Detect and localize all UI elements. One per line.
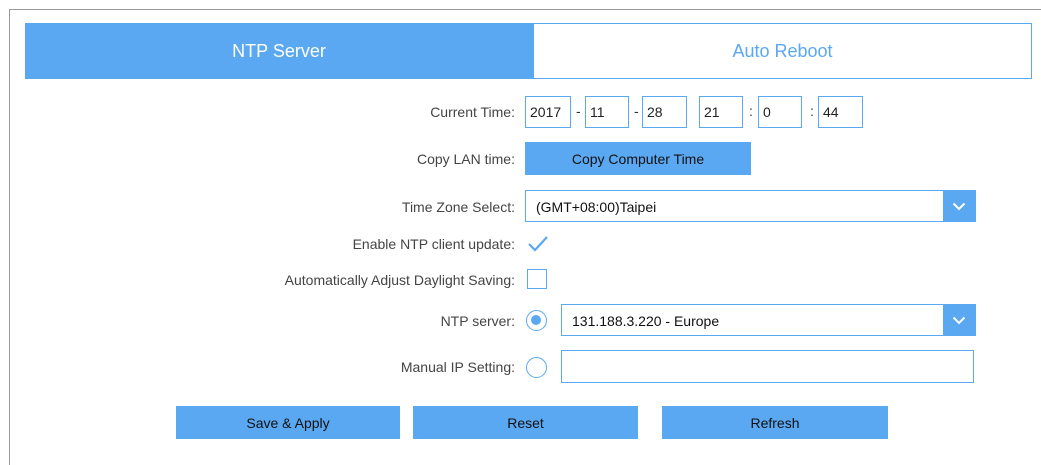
current-time-label: Current Time:	[430, 104, 515, 120]
ntp-server-select[interactable]: 131.188.3.220 - Europe	[561, 304, 976, 336]
daylight-saving-checkbox[interactable]	[527, 269, 547, 289]
ntp-server-label: NTP server:	[440, 313, 515, 329]
check-icon	[528, 236, 548, 252]
manual-ip-input[interactable]	[561, 350, 974, 383]
radio-selected-dot	[531, 315, 541, 325]
copy-lan-time-label: Copy LAN time:	[416, 151, 515, 167]
year-input[interactable]	[525, 96, 571, 128]
time-zone-value: (GMT+08:00)Taipei	[536, 199, 657, 215]
manual-ip-radio[interactable]	[526, 357, 547, 378]
time-separator: :	[810, 103, 814, 119]
save-apply-button[interactable]: Save & Apply	[176, 406, 400, 439]
enable-ntp-checkbox[interactable]	[527, 234, 548, 254]
month-input[interactable]	[585, 96, 629, 128]
chevron-down-icon[interactable]	[943, 191, 975, 221]
ntp-server-radio[interactable]	[526, 310, 547, 331]
time-zone-label: Time Zone Select:	[401, 199, 515, 215]
second-input[interactable]	[818, 96, 863, 128]
hour-input[interactable]	[699, 96, 743, 128]
daylight-saving-label: Automatically Adjust Daylight Saving:	[284, 272, 515, 288]
tab-ntp-server[interactable]: NTP Server	[25, 23, 533, 79]
reset-button[interactable]: Reset	[413, 406, 638, 439]
time-separator: :	[749, 103, 753, 119]
time-zone-select[interactable]: (GMT+08:00)Taipei	[525, 190, 976, 222]
day-input[interactable]	[642, 96, 687, 128]
refresh-button[interactable]: Refresh	[662, 406, 888, 439]
ntp-server-value: 131.188.3.220 - Europe	[572, 313, 720, 329]
enable-ntp-label: Enable NTP client update:	[352, 236, 515, 252]
copy-computer-time-button[interactable]: Copy Computer Time	[525, 142, 751, 175]
tab-auto-reboot[interactable]: Auto Reboot	[533, 23, 1032, 79]
date-separator: -	[634, 103, 639, 119]
date-separator: -	[576, 103, 581, 119]
chevron-down-icon[interactable]	[943, 305, 975, 335]
minute-input[interactable]	[758, 96, 802, 128]
manual-ip-label: Manual IP Setting:	[400, 359, 515, 375]
